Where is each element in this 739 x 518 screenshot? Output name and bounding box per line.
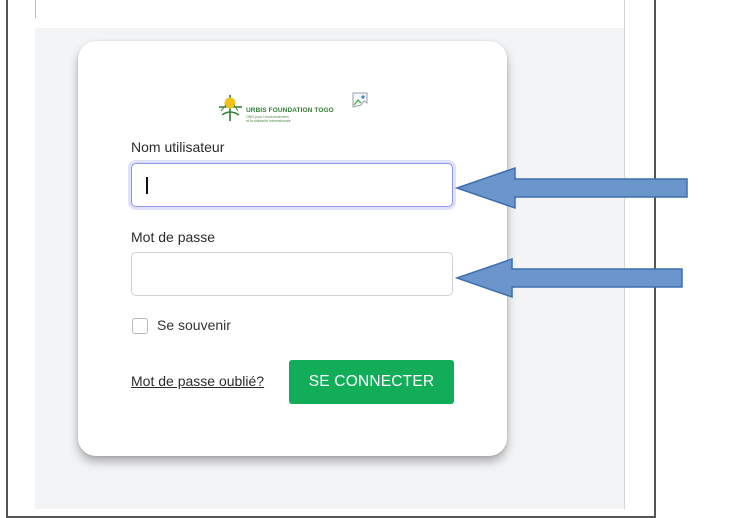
urbis-foundation-logo-mark-icon (219, 95, 242, 121)
logo-subtitle-line2: et la solidarité internationale (246, 119, 291, 123)
logo-subtitle: ONG pour l'environnement et la solidarit… (246, 115, 291, 123)
broken-image-icon (352, 92, 368, 108)
logo-title: URBIS FOUNDATION TOGO (246, 107, 334, 114)
header-strip (35, 0, 624, 28)
remember-me-label[interactable]: Se souvenir (157, 317, 231, 333)
organization-logo: URBIS FOUNDATION TOGO ONG pour l'environ… (216, 92, 396, 123)
password-label: Mot de passe (131, 229, 216, 245)
left-arrow-icon (455, 257, 683, 299)
divider-left (35, 0, 36, 18)
text-cursor (146, 177, 148, 194)
username-input[interactable] (131, 163, 453, 207)
forgot-password-link[interactable]: Mot de passe oublié? (131, 373, 264, 389)
login-button[interactable]: SE CONNECTER (289, 360, 454, 404)
divider-right (624, 0, 625, 509)
remember-me-checkbox[interactable] (132, 318, 148, 334)
left-arrow-icon (455, 166, 688, 210)
password-input[interactable] (131, 252, 453, 296)
username-label: Nom utilisateur (131, 139, 225, 155)
login-card: URBIS FOUNDATION TOGO ONG pour l'environ… (78, 41, 507, 456)
